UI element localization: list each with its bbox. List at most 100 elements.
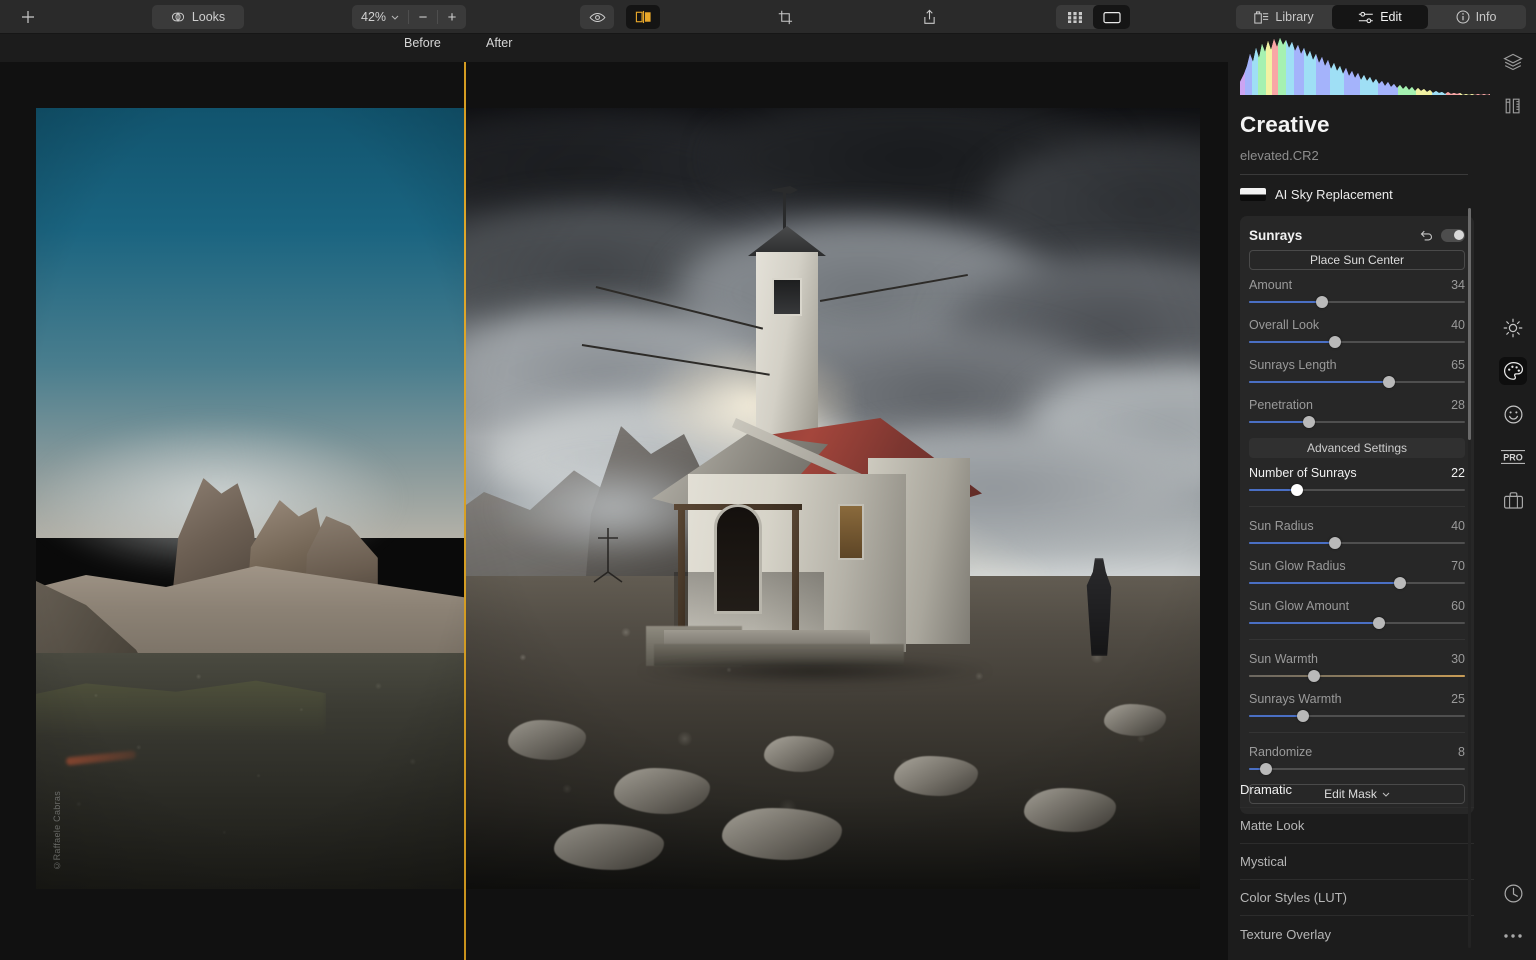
tab-info[interactable]: Info (1428, 5, 1524, 29)
slider-track[interactable] (1249, 336, 1465, 348)
look-label: Color Styles (LUT) (1240, 890, 1347, 905)
tab-edit[interactable]: Edit (1332, 5, 1428, 29)
slider-track[interactable] (1249, 376, 1465, 388)
pro-icon: PRO (1499, 447, 1527, 467)
tool-ai-sky-replacement[interactable]: AI Sky Replacement (1240, 182, 1472, 206)
toggle-knob (1453, 230, 1464, 240)
rail-item-more[interactable] (1499, 922, 1527, 950)
look-label: Dramatic (1240, 782, 1293, 797)
look-item-texture-overlay[interactable]: Texture Overlay (1240, 916, 1474, 952)
slider-track[interactable] (1249, 484, 1465, 496)
sunrays-header-tools (1420, 228, 1465, 242)
slider-value: 8 (1458, 745, 1465, 759)
slider-sun-glow-radius[interactable]: Sun Glow Radius 70 (1249, 559, 1465, 589)
slider-number-of-sunrays[interactable]: Number of Sunrays 22 (1249, 466, 1465, 496)
looks-label: Looks (191, 10, 226, 24)
grid-view-button[interactable] (1056, 5, 1093, 29)
image-canvas[interactable]: ©Raffaele Cabras (0, 62, 1228, 960)
slider-overall-look[interactable]: Overall Look 40 (1249, 318, 1465, 348)
filename-label: elevated.CR2 (1240, 148, 1319, 163)
panel-scrollbar-thumb[interactable] (1468, 208, 1471, 440)
before-vignette (36, 108, 464, 889)
look-item-matte-look[interactable]: Matte Look (1240, 808, 1474, 844)
add-button[interactable] (10, 5, 46, 29)
zoom-out-button[interactable]: − (409, 5, 437, 29)
slider-value: 34 (1451, 278, 1465, 292)
slider-randomize[interactable]: Randomize 8 (1249, 745, 1465, 775)
tools-icon (1503, 96, 1523, 116)
slider-value: 30 (1451, 652, 1465, 666)
zoom-value-dropdown[interactable]: 42% (352, 5, 408, 29)
preview-toggle-button[interactable] (580, 5, 614, 29)
slider-penetration[interactable]: Penetration 28 (1249, 398, 1465, 428)
rail-item-history[interactable] (1499, 879, 1527, 907)
rail-item-essentials[interactable] (1499, 486, 1527, 514)
rail-item-layers[interactable] (1499, 48, 1527, 76)
looks-list: Dramatic Matte Look Mystical Color Style… (1240, 772, 1474, 952)
looks-button[interactable]: Looks (152, 5, 244, 29)
eye-icon (589, 12, 606, 23)
tab-edit-label: Edit (1380, 10, 1402, 24)
single-view-icon (1102, 11, 1121, 24)
slider-value: 60 (1451, 599, 1465, 613)
slider-amount[interactable]: Amount 34 (1249, 278, 1465, 308)
slider-sunrays-length[interactable]: Sunrays Length 65 (1249, 358, 1465, 388)
more-icon (1503, 933, 1523, 939)
slider-label: Overall Look (1249, 318, 1320, 332)
slider-track[interactable] (1249, 670, 1465, 682)
slider-sun-glow-amount[interactable]: Sun Glow Amount 60 (1249, 599, 1465, 629)
sunrays-title: Sunrays (1249, 227, 1303, 243)
slider-track[interactable] (1249, 577, 1465, 589)
slider-sun-warmth[interactable]: Sun Warmth 30 (1249, 652, 1465, 682)
slider-track[interactable] (1249, 537, 1465, 549)
compare-divider-handle[interactable] (464, 62, 466, 960)
compare-split-button[interactable] (626, 5, 660, 29)
svg-text:PRO: PRO (1503, 452, 1523, 462)
slider-value: 70 (1451, 559, 1465, 573)
grid-view-icon (1067, 11, 1082, 23)
slider-track[interactable] (1249, 710, 1465, 722)
look-label: Mystical (1240, 854, 1287, 869)
rail-item-portrait[interactable] (1499, 400, 1527, 428)
slider-sun-radius[interactable]: Sun Radius 40 (1249, 519, 1465, 549)
after-vignette (464, 108, 1200, 889)
slider-label: Sunrays Length (1249, 358, 1337, 372)
slider-track[interactable] (1249, 296, 1465, 308)
place-sun-center-button[interactable]: Place Sun Center (1249, 250, 1465, 270)
look-item-color-styles[interactable]: Color Styles (LUT) (1240, 880, 1474, 916)
tab-library-label: Library (1275, 10, 1314, 24)
share-button[interactable] (912, 5, 946, 29)
info-icon (1456, 10, 1470, 24)
sun-icon (1503, 318, 1523, 338)
view-mode-segmented (1056, 5, 1130, 29)
slider-value: 65 (1451, 358, 1465, 372)
look-item-dramatic[interactable]: Dramatic (1240, 772, 1474, 808)
slider-sunrays-warmth[interactable]: Sunrays Warmth 25 (1249, 692, 1465, 722)
photo-compare-view[interactable]: ©Raffaele Cabras (36, 108, 1200, 889)
sunrays-enable-toggle[interactable] (1441, 228, 1465, 242)
slider-value: 28 (1451, 398, 1465, 412)
single-view-button[interactable] (1093, 5, 1130, 29)
sliders-random: Randomize 8 (1249, 745, 1465, 775)
rail-item-light[interactable] (1499, 314, 1527, 342)
rail-item-pro[interactable]: PRO (1499, 443, 1527, 471)
undo-icon[interactable] (1420, 229, 1433, 241)
rail-item-tools[interactable] (1499, 92, 1527, 120)
slider-label: Sunrays Warmth (1249, 692, 1342, 706)
look-item-mystical[interactable]: Mystical (1240, 844, 1474, 880)
crop-button[interactable] (768, 5, 802, 29)
horizon-sky-icon (1240, 187, 1266, 201)
slider-track[interactable] (1249, 617, 1465, 629)
zoom-in-button[interactable]: + (438, 5, 466, 29)
crop-icon (778, 10, 793, 25)
rail-item-creative[interactable] (1499, 357, 1527, 385)
advanced-settings-button[interactable]: Advanced Settings (1249, 438, 1465, 458)
slider-label: Penetration (1249, 398, 1313, 412)
tab-library[interactable]: Library (1236, 5, 1332, 29)
slider-track[interactable] (1249, 416, 1465, 428)
sliders-primary: Amount 34 Overall Look 40 Sunrays Length 65… (1249, 278, 1465, 428)
slider-value: 22 (1451, 466, 1465, 480)
look-label: Texture Overlay (1240, 926, 1332, 942)
looks-icon (171, 10, 185, 24)
slider-label: Number of Sunrays (1249, 466, 1357, 480)
